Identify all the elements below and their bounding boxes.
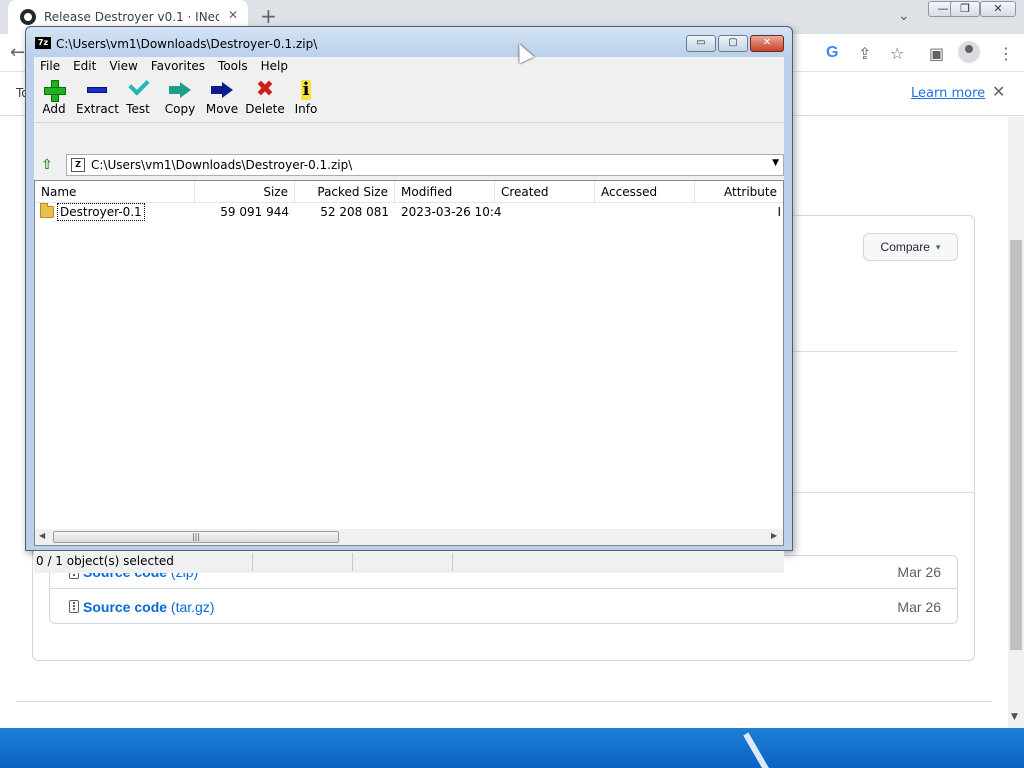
scroll-right-arrow-icon[interactable]: ▶	[771, 531, 777, 540]
column-header: Name Size Packed Size Modified Created A…	[35, 181, 783, 203]
info-label: Info	[294, 102, 318, 116]
copy-button[interactable]: Copy	[160, 78, 200, 122]
dropdown-arrow-icon[interactable]: ▼	[772, 158, 779, 168]
7zip-file-manager-window: 7z C:\Users\vm1\Downloads\Destroyer-0.1.…	[25, 26, 793, 573]
test-check-icon	[127, 83, 149, 97]
maximize-button[interactable]: ▢	[718, 35, 748, 52]
delete-button[interactable]: ✖ Delete	[244, 78, 286, 122]
side-panel-icon[interactable]: ▣	[929, 44, 944, 63]
share-icon[interactable]: ⇪	[858, 44, 871, 63]
file-size: 59 091 944	[220, 205, 289, 219]
7zip-app-icon: 7z	[35, 37, 51, 49]
caret-down-icon: ▾	[935, 241, 941, 252]
archive-icon: Z	[71, 158, 85, 172]
extract-button[interactable]: Extract	[76, 78, 119, 122]
back-arrow-icon[interactable]: ←	[10, 42, 25, 63]
add-button[interactable]: Add	[34, 78, 74, 122]
file-modified: 2023-03-26 10:42	[401, 205, 501, 219]
toolbar: Add Extract Test Copy Move ✖ Delete i In…	[34, 75, 784, 123]
extract-minus-icon	[87, 87, 107, 93]
star-icon[interactable]: ☆	[890, 44, 904, 63]
file-list: Name Size Packed Size Modified Created A…	[34, 180, 784, 546]
move-label: Move	[205, 102, 239, 116]
asset-link[interactable]: Source code (tar.gz)	[83, 599, 215, 615]
info-i-icon: i	[301, 79, 311, 100]
column-packed-size[interactable]: Packed Size	[295, 181, 395, 203]
menu-view[interactable]: View	[103, 57, 144, 75]
tab-search-icon[interactable]: ⌄	[898, 8, 910, 24]
menu-file[interactable]: File	[34, 57, 67, 75]
learn-more-link[interactable]: Learn more	[911, 86, 985, 101]
compare-label: Compare	[880, 240, 930, 254]
column-modified[interactable]: Modified	[395, 181, 495, 203]
up-folder-icon[interactable]: ⇧	[36, 155, 58, 175]
status-text: 0 / 1 object(s) selected	[36, 554, 174, 568]
test-label: Test	[126, 102, 150, 116]
close-button[interactable]: ✕	[750, 35, 784, 52]
google-icon[interactable]: G	[826, 44, 838, 62]
page-scroll-thumb[interactable]	[1010, 240, 1022, 650]
column-name[interactable]: Name	[35, 181, 195, 203]
info-bar-close-icon[interactable]: ✕	[992, 82, 1005, 101]
move-button[interactable]: Move	[202, 78, 242, 122]
path-text: C:\Users\vm1\Downloads\Destroyer-0.1.zip…	[91, 158, 353, 172]
window-close-button[interactable]: ✕	[980, 1, 1016, 17]
menu-favorites[interactable]: Favorites	[145, 57, 212, 75]
file-attributes: I	[777, 205, 781, 219]
status-divider	[252, 553, 253, 571]
file-row[interactable]: Destroyer-0.1 59 091 944 52 208 081 2023…	[35, 203, 783, 221]
asset-row[interactable]: Source code (tar.gz) Mar 26	[50, 590, 957, 623]
new-tab-button[interactable]: +	[260, 4, 277, 28]
divider	[793, 351, 958, 352]
minimize-button[interactable]: ▭	[686, 35, 716, 52]
divider	[793, 492, 975, 493]
column-created[interactable]: Created	[495, 181, 595, 203]
windows-taskbar	[0, 728, 1024, 768]
compare-button[interactable]: Compare ▾	[863, 233, 958, 261]
scroll-down-arrow-icon[interactable]: ▼	[1011, 712, 1018, 722]
copy-label: Copy	[164, 102, 196, 116]
extract-label: Extract	[76, 102, 119, 116]
file-name[interactable]: Destroyer-0.1	[57, 203, 145, 221]
menu-help[interactable]: Help	[255, 57, 295, 75]
menu-tools[interactable]: Tools	[212, 57, 255, 75]
file-zip-icon	[69, 600, 79, 613]
menu-edit[interactable]: Edit	[67, 57, 103, 75]
status-divider	[452, 553, 453, 571]
info-button[interactable]: i Info	[286, 78, 326, 122]
column-size[interactable]: Size	[195, 181, 295, 203]
window-restore-button[interactable]: ❐	[950, 1, 980, 17]
path-combobox[interactable]: Z C:\Users\vm1\Downloads\Destroyer-0.1.z…	[66, 154, 784, 176]
window-title: C:\Users\vm1\Downloads\Destroyer-0.1.zip…	[56, 37, 318, 51]
asset-date: Mar 26	[897, 564, 941, 580]
tab-close-icon[interactable]: ✕	[228, 8, 238, 22]
tab-title: Release Destroyer v0.1 · INeddHe	[44, 10, 219, 24]
menu-bar: File Edit View Favorites Tools Help	[34, 57, 784, 75]
test-button[interactable]: Test	[118, 78, 158, 122]
profile-avatar-icon[interactable]	[958, 41, 980, 63]
column-accessed[interactable]: Accessed	[595, 181, 695, 203]
delete-label: Delete	[245, 102, 285, 116]
menu-dots-icon[interactable]: ⋮	[998, 44, 1014, 63]
copy-arrow-icon	[169, 82, 191, 98]
horizontal-scroll-thumb[interactable]: |||	[53, 531, 339, 543]
divider	[16, 701, 992, 702]
window-client: File Edit View Favorites Tools Help Add …	[34, 57, 784, 573]
title-bar[interactable]: 7z C:\Users\vm1\Downloads\Destroyer-0.1.…	[26, 27, 792, 57]
file-packed-size: 52 208 081	[320, 205, 389, 219]
scroll-left-arrow-icon[interactable]: ◀	[39, 531, 45, 540]
delete-x-icon: ✖	[255, 77, 275, 102]
status-bar: 0 / 1 object(s) selected	[34, 551, 784, 573]
github-icon	[20, 9, 36, 25]
add-label: Add	[42, 102, 66, 116]
folder-icon	[40, 203, 54, 218]
horizontal-scrollbar[interactable]: ◀ ||| ▶	[35, 529, 783, 545]
column-attributes[interactable]: Attribute	[695, 181, 783, 203]
status-divider	[352, 553, 353, 571]
address-bar: ⇧ Z C:\Users\vm1\Downloads\Destroyer-0.1…	[34, 153, 784, 177]
asset-date: Mar 26	[897, 598, 941, 615]
move-arrow-icon	[211, 82, 233, 98]
add-plus-icon	[44, 80, 66, 102]
